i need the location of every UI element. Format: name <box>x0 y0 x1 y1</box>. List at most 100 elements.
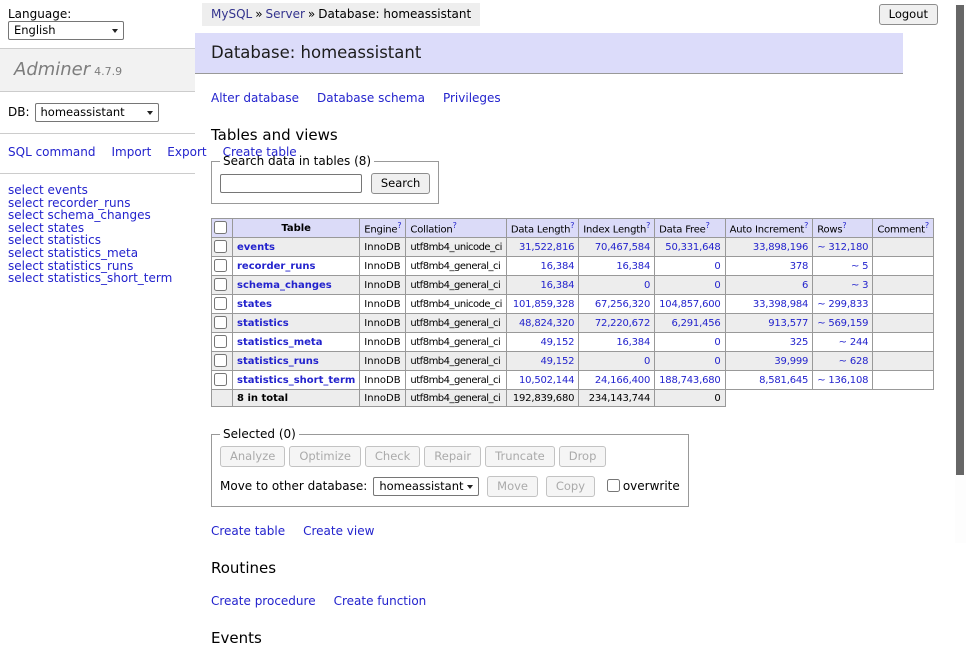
cell-rows-link[interactable]: ~ 3 <box>851 280 868 291</box>
engine-help-link[interactable]: ? <box>397 221 401 230</box>
check-button[interactable]: Check <box>365 446 420 467</box>
app-header: Adminer4.7.9 <box>0 49 195 92</box>
routine-link-create-procedure[interactable]: Create procedure <box>211 594 316 608</box>
cell-rows-link[interactable]: ~ 136,108 <box>817 375 868 386</box>
optimize-button[interactable]: Optimize <box>289 446 361 467</box>
table-link-statistics-short-term[interactable]: statistics_short_term <box>237 375 355 386</box>
sidebar-link-import[interactable]: Import <box>111 145 151 159</box>
cell-auto-increment-link[interactable]: 33,398,984 <box>753 299 808 310</box>
repair-button[interactable]: Repair <box>424 446 481 467</box>
create-link-create-view[interactable]: Create view <box>303 524 374 538</box>
sidebar: Language:English Adminer4.7.9 DB:homeass… <box>0 0 195 295</box>
create-link-create-table[interactable]: Create table <box>211 524 285 538</box>
row-checkbox[interactable] <box>214 354 227 367</box>
cell-index-length-link[interactable]: 0 <box>644 356 650 367</box>
cell-auto-increment: 378 <box>725 257 813 276</box>
cell-data-length-link[interactable]: 31,522,816 <box>519 242 574 253</box>
sidebar-link-sql-command[interactable]: SQL command <box>8 145 95 159</box>
cell-rows-link[interactable]: ~ 299,833 <box>817 299 868 310</box>
analyze-button[interactable]: Analyze <box>220 446 285 467</box>
cell-index-length-link[interactable]: 70,467,584 <box>595 242 650 253</box>
cell-data-length-link[interactable]: 49,152 <box>540 337 574 348</box>
auto-increment-help-link[interactable]: ? <box>804 221 808 230</box>
table-link-schema-changes[interactable]: schema_changes <box>237 280 332 291</box>
cell-data-free-link[interactable]: 6,291,456 <box>671 318 720 329</box>
cell-auto-increment-link[interactable]: 33,898,196 <box>753 242 808 253</box>
db-link-alter-database[interactable]: Alter database <box>211 91 299 105</box>
move-button[interactable]: Move <box>487 476 538 497</box>
routine-link-create-function[interactable]: Create function <box>334 594 427 608</box>
cell-auto-increment-link[interactable]: 6 <box>802 280 808 291</box>
data-length-help-link[interactable]: ? <box>570 221 574 230</box>
cell-data-free-link[interactable]: 0 <box>714 356 720 367</box>
cell-index-length-link[interactable]: 16,384 <box>616 261 650 272</box>
language-select[interactable]: English <box>8 21 124 40</box>
table-link-statistics-runs[interactable]: statistics_runs <box>237 356 319 367</box>
cell-index-length-link[interactable]: 24,166,400 <box>595 375 650 386</box>
drop-button[interactable]: Drop <box>559 446 607 467</box>
cell-auto-increment-link[interactable]: 378 <box>790 261 809 272</box>
row-checkbox[interactable] <box>214 335 227 348</box>
row-checkbox[interactable] <box>214 297 227 310</box>
logout-button[interactable]: Logout <box>879 4 938 25</box>
row-checkbox[interactable] <box>214 278 227 291</box>
select-all-checkbox[interactable] <box>214 221 227 234</box>
breadcrumb-server[interactable]: Server <box>266 7 305 21</box>
cell-auto-increment-link[interactable]: 913,577 <box>768 318 808 329</box>
cell-data-free-link[interactable]: 0 <box>714 337 720 348</box>
table-link-statistics-meta[interactable]: statistics_meta <box>237 337 322 348</box>
sidebar-select-statistics-short-term[interactable]: select statistics_short_term <box>8 271 172 285</box>
row-checkbox[interactable] <box>214 316 227 329</box>
cell-rows-link[interactable]: ~ 569,159 <box>817 318 868 329</box>
row-checkbox[interactable] <box>214 259 227 272</box>
rows-help-link[interactable]: ? <box>842 221 846 230</box>
cell-data-length-link[interactable]: 101,859,328 <box>513 299 574 310</box>
column-header-engine: Engine? <box>360 219 406 238</box>
cell-data-length-link[interactable]: 49,152 <box>540 356 574 367</box>
collation-help-link[interactable]: ? <box>453 221 457 230</box>
comment-help-link[interactable]: ? <box>925 221 929 230</box>
cell-auto-increment-link[interactable]: 39,999 <box>774 356 808 367</box>
scrollbar[interactable] <box>955 0 966 543</box>
cell-index-length-link[interactable]: 67,256,320 <box>595 299 650 310</box>
search-button[interactable]: Search <box>371 173 431 194</box>
cell-rows-link[interactable]: ~ 312,180 <box>817 242 868 253</box>
search-input[interactable] <box>220 174 362 193</box>
cell-data-length-link[interactable]: 48,824,320 <box>519 318 574 329</box>
scrollbar-thumb[interactable] <box>956 5 964 475</box>
table-link-events[interactable]: events <box>237 242 275 253</box>
row-checkbox[interactable] <box>214 240 227 253</box>
move-db-select[interactable]: homeassistant <box>373 477 479 496</box>
cell-index-length-link[interactable]: 72,220,672 <box>595 318 650 329</box>
cell-data-free-link[interactable]: 104,857,600 <box>659 299 720 310</box>
cell-auto-increment-link[interactable]: 8,581,645 <box>759 375 808 386</box>
cell-data-free-link[interactable]: 188,743,680 <box>659 375 720 386</box>
cell-data-length-link[interactable]: 10,502,144 <box>519 375 574 386</box>
table-link-statistics[interactable]: statistics <box>237 318 289 329</box>
cell-data-length-link[interactable]: 16,384 <box>540 261 574 272</box>
db-label: DB: <box>8 105 30 119</box>
truncate-button[interactable]: Truncate <box>485 446 555 467</box>
cell-index-length-link[interactable]: 0 <box>644 280 650 291</box>
cell-auto-increment-link[interactable]: 325 <box>790 337 809 348</box>
cell-data-free-link[interactable]: 50,331,648 <box>665 242 720 253</box>
db-link-privileges[interactable]: Privileges <box>443 91 501 105</box>
table-link-states[interactable]: states <box>237 299 272 310</box>
cell-data-free-link[interactable]: 0 <box>714 261 720 272</box>
db-link-database-schema[interactable]: Database schema <box>317 91 425 105</box>
copy-button[interactable]: Copy <box>546 476 595 497</box>
cell-rows-link[interactable]: ~ 244 <box>839 337 869 348</box>
app-logo[interactable]: Adminer <box>14 59 90 80</box>
data-free-help-link[interactable]: ? <box>706 221 710 230</box>
breadcrumb-mysql[interactable]: MySQL <box>211 7 252 21</box>
cell-rows-link[interactable]: ~ 5 <box>851 261 868 272</box>
index-length-help-link[interactable]: ? <box>646 221 650 230</box>
table-link-recorder-runs[interactable]: recorder_runs <box>237 261 315 272</box>
row-checkbox[interactable] <box>214 373 227 386</box>
cell-index-length-link[interactable]: 16,384 <box>616 337 650 348</box>
overwrite-checkbox[interactable] <box>607 479 620 492</box>
cell-data-free-link[interactable]: 0 <box>714 280 720 291</box>
cell-data-length-link[interactable]: 16,384 <box>540 280 574 291</box>
cell-rows-link[interactable]: ~ 628 <box>839 356 869 367</box>
db-select[interactable]: homeassistant <box>35 103 159 122</box>
